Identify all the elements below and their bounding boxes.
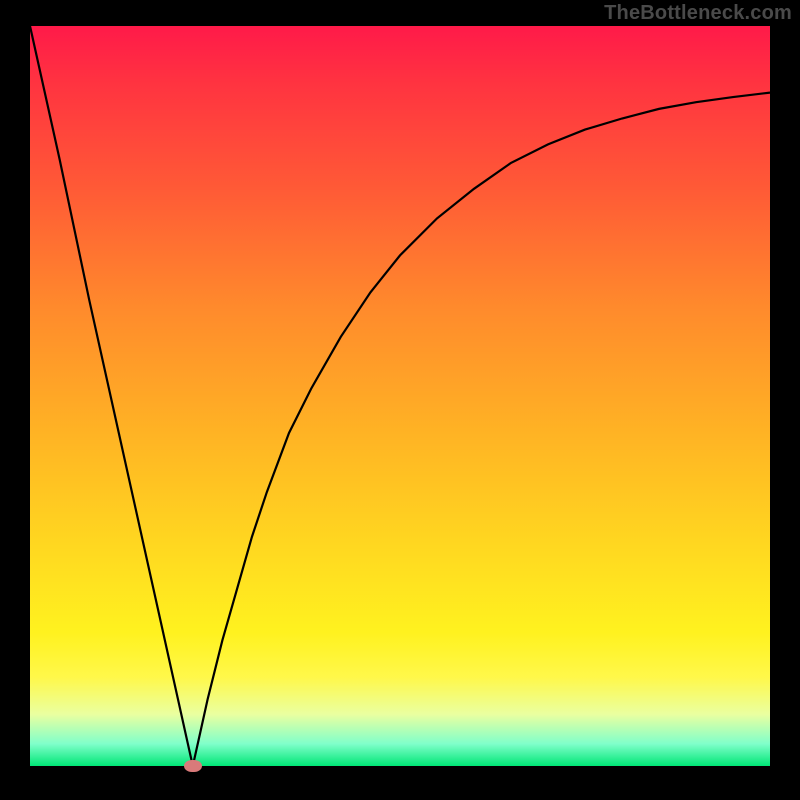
watermark-text: TheBottleneck.com — [604, 2, 792, 25]
x-axis-baseline — [30, 766, 770, 767]
plot-area — [30, 26, 770, 766]
optimal-point-marker — [184, 760, 202, 772]
bottleneck-curve — [30, 26, 770, 766]
chart-frame: TheBottleneck.com — [0, 0, 800, 800]
curve-svg — [30, 26, 770, 766]
